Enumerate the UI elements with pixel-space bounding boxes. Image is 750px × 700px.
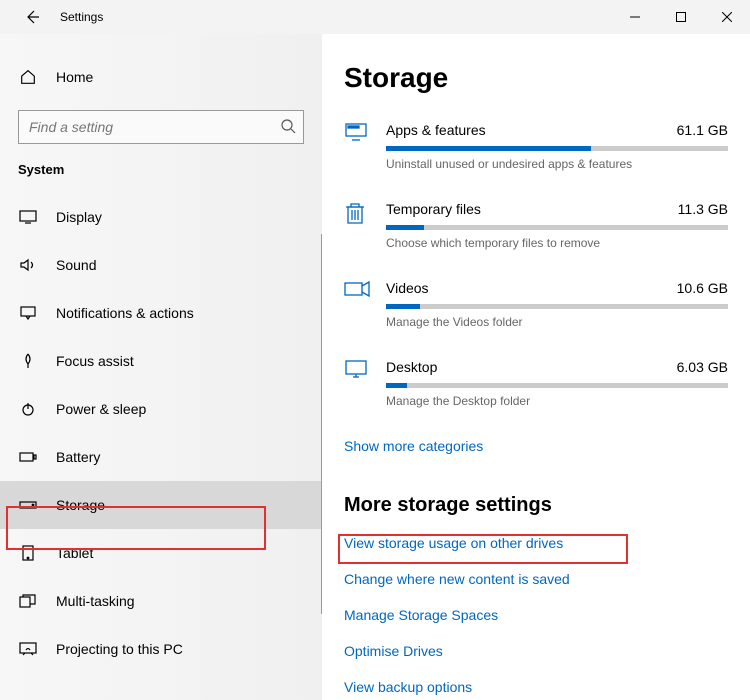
battery-icon [18,451,38,463]
more-link[interactable]: Manage Storage Spaces [344,607,728,623]
window-controls [612,0,750,34]
sidebar-item-tablet[interactable]: Tablet [0,529,322,577]
back-button[interactable] [18,3,46,31]
storage-bar [386,146,728,151]
close-icon [722,12,732,22]
minimize-icon [630,12,640,22]
search-input[interactable] [18,110,304,144]
window-title: Settings [60,10,103,24]
show-more-link[interactable]: Show more categories [344,438,483,454]
storage-item-sub: Manage the Videos folder [386,315,728,329]
arrow-left-icon [24,9,40,25]
sidebar-item-multitasking[interactable]: Multi-tasking [0,577,322,625]
sidebar-item-label: Tablet [56,545,93,561]
more-link[interactable]: Change where new content is saved [344,571,728,587]
storage-bar [386,225,728,230]
sound-icon [18,258,38,272]
storage-item[interactable]: Desktop 6.03 GB Manage the Desktop folder [344,359,728,408]
sidebar-item-label: Focus assist [56,353,134,369]
more-settings-head: More storage settings [344,494,728,517]
sidebar-item-display[interactable]: Display [0,193,322,241]
more-link[interactable]: View storage usage on other drives [344,535,728,551]
sidebar-item-power[interactable]: Power & sleep [0,385,322,433]
search-icon [280,118,296,139]
notifications-icon [18,306,38,320]
nav-list: Display Sound Notifications & actions Fo… [0,193,322,673]
sidebar-item-label: Power & sleep [56,401,146,417]
storage-item-size: 6.03 GB [677,359,728,375]
storage-icon [18,500,38,510]
home-label: Home [56,69,93,85]
storage-item-size: 61.1 GB [677,122,728,138]
minimize-button[interactable] [612,0,658,34]
storage-item-size: 10.6 GB [677,280,728,296]
storage-item-icon [344,201,374,250]
sidebar-item-label: Projecting to this PC [56,641,183,657]
storage-item[interactable]: Apps & features 61.1 GB Uninstall unused o… [344,122,728,171]
sidebar-item-battery[interactable]: Battery [0,433,322,481]
sidebar: Home System Display Sound Notifications … [0,34,322,700]
home-button[interactable]: Home [0,58,322,96]
page-title: Storage [344,62,728,94]
storage-item-sub: Uninstall unused or undesired apps & fea… [386,157,728,171]
close-button[interactable] [704,0,750,34]
sidebar-item-label: Notifications & actions [56,305,194,321]
storage-item[interactable]: Videos 10.6 GB Manage the Videos folder [344,280,728,329]
storage-item-icon [344,280,374,329]
storage-item-name: Temporary files [386,201,481,217]
maximize-icon [676,12,686,22]
storage-item-name: Apps & features [386,122,486,138]
projecting-icon [18,642,38,656]
power-icon [18,401,38,417]
storage-item-icon [344,122,374,171]
storage-item-sub: Manage the Desktop folder [386,394,728,408]
sidebar-item-label: Sound [56,257,96,273]
storage-item-sub: Choose which temporary files to remove [386,236,728,250]
sidebar-item-projecting[interactable]: Projecting to this PC [0,625,322,673]
sidebar-item-storage[interactable]: Storage [0,481,322,529]
titlebar: Settings [0,0,750,34]
sidebar-item-label: Battery [56,449,100,465]
storage-item-size: 11.3 GB [678,201,728,217]
home-icon [18,68,38,86]
sidebar-item-sound[interactable]: Sound [0,241,322,289]
content: Storage Apps & features 61.1 GB Uninstall … [322,34,750,700]
maximize-button[interactable] [658,0,704,34]
sidebar-item-label: Storage [56,497,105,513]
search-wrap [18,110,304,144]
multitasking-icon [18,594,38,608]
sidebar-item-label: Multi-tasking [56,593,135,609]
display-icon [18,210,38,224]
storage-item[interactable]: Temporary files 11.3 GB Choose which tempo… [344,201,728,250]
group-label: System [18,162,322,177]
storage-item-name: Desktop [386,359,437,375]
storage-item-icon [344,359,374,408]
tablet-icon [18,545,38,561]
storage-bar [386,383,728,388]
more-link[interactable]: View backup options [344,679,728,695]
storage-item-name: Videos [386,280,429,296]
more-link[interactable]: Optimise Drives [344,643,728,659]
storage-bar [386,304,728,309]
sidebar-item-focus[interactable]: Focus assist [0,337,322,385]
focus-icon [18,353,38,369]
sidebar-item-notifications[interactable]: Notifications & actions [0,289,322,337]
sidebar-item-label: Display [56,209,102,225]
